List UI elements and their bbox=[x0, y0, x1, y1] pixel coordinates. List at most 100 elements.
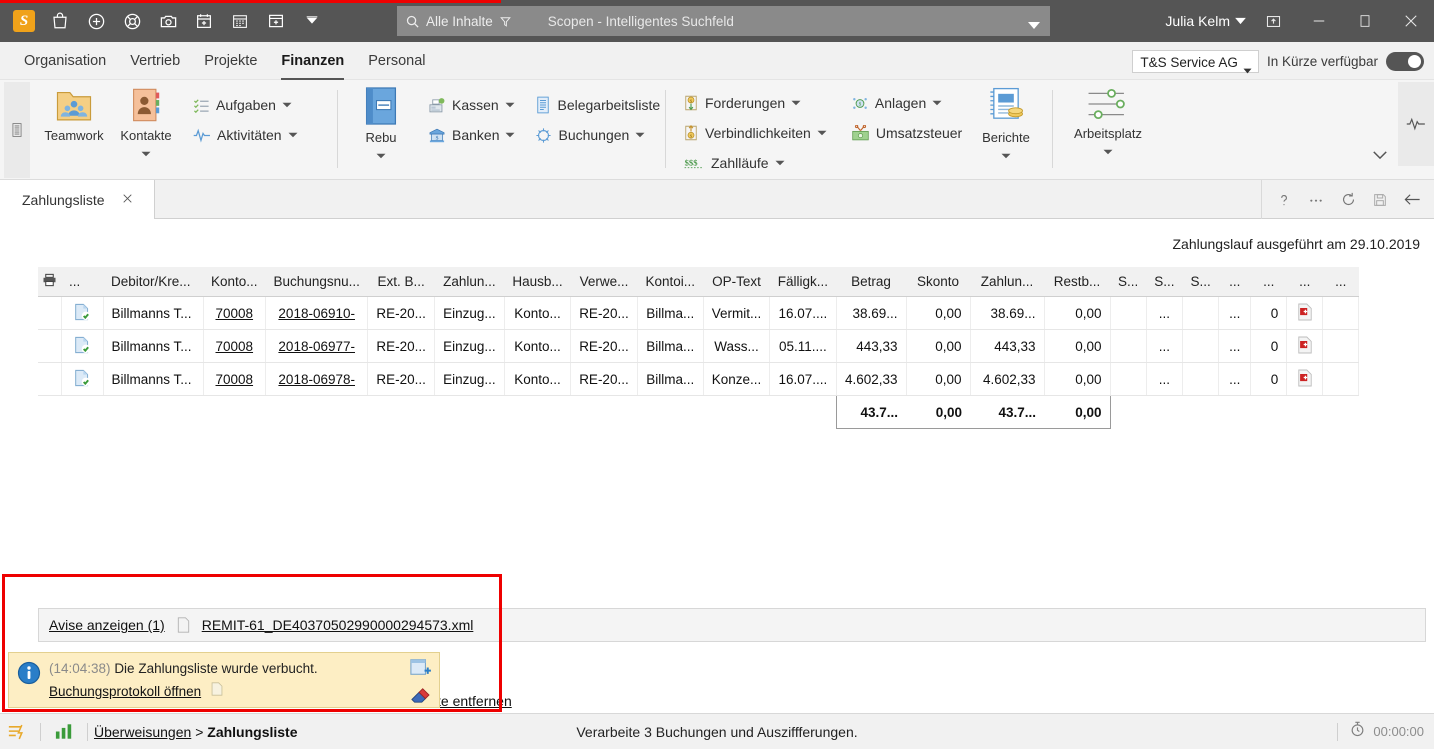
column-header-ext-beleg[interactable]: Ext. B... bbox=[367, 267, 435, 297]
ribbon-button-arbeitsplatz[interactable]: Arbeitsplatz bbox=[1068, 80, 1148, 160]
calendar-icon[interactable] bbox=[222, 2, 258, 40]
camera-icon[interactable] bbox=[150, 2, 186, 40]
user-menu-button[interactable]: Julia Kelm bbox=[1161, 13, 1250, 29]
ribbon-button-berichte[interactable]: Berichte bbox=[972, 80, 1040, 164]
menu-item-organisation[interactable]: Organisation bbox=[12, 42, 118, 80]
ribbon-button-buchungen[interactable]: Buchungen bbox=[530, 120, 665, 150]
minimize-icon[interactable] bbox=[1296, 0, 1342, 42]
ribbon-button-aktivitaeten[interactable]: Aktivitäten bbox=[188, 120, 303, 150]
ribbon-button-banken[interactable]: $ Banken bbox=[423, 120, 520, 150]
column-header-zahlung[interactable]: Zahlun... bbox=[970, 267, 1045, 297]
window-add-icon[interactable] bbox=[258, 2, 294, 40]
ribbon-button-kontakte[interactable]: Kontakte bbox=[110, 80, 182, 162]
column-header-restbetrag[interactable]: Restb... bbox=[1044, 267, 1111, 297]
menu-item-personal[interactable]: Personal bbox=[356, 42, 437, 80]
ribbon-button-forderungen[interactable]: $ Forderungen bbox=[678, 88, 832, 118]
maximize-icon[interactable] bbox=[1342, 0, 1388, 42]
tab-zahlungsliste[interactable]: Zahlungsliste bbox=[0, 180, 155, 219]
ribbon-pin-rail[interactable] bbox=[4, 82, 30, 178]
row-status-icon-cell[interactable] bbox=[61, 362, 104, 396]
row-status-icon-cell[interactable] bbox=[61, 329, 104, 363]
cell-konto[interactable]: 70008 bbox=[203, 329, 267, 363]
cell-pdf[interactable] bbox=[1286, 296, 1324, 330]
lifebuoy-icon[interactable] bbox=[114, 2, 150, 40]
column-header-s3[interactable]: S... bbox=[1182, 267, 1219, 297]
calendar-add-icon[interactable] bbox=[186, 2, 222, 40]
ribbon-button-kassen[interactable]: Kassen bbox=[423, 90, 520, 120]
save-icon[interactable] bbox=[1364, 184, 1396, 216]
avise-file-name-link[interactable]: REMIT-61_DE40370502990000294573.xml bbox=[202, 617, 474, 633]
column-header-verwendung[interactable]: Verwe... bbox=[570, 267, 638, 297]
plus-circle-icon[interactable] bbox=[78, 2, 114, 40]
more-icon[interactable] bbox=[1300, 184, 1332, 216]
table-row[interactable]: Billmanns T... 70008 2018-06977- RE-20... Ei… bbox=[38, 329, 1360, 363]
cell-konto[interactable]: 70008 bbox=[203, 362, 267, 396]
company-selector[interactable]: T&S Service AG bbox=[1132, 49, 1259, 73]
refresh-icon[interactable] bbox=[1332, 184, 1364, 216]
new-note-icon[interactable] bbox=[409, 657, 431, 682]
column-header-x3[interactable]: ... bbox=[1286, 267, 1323, 297]
shopping-bag-icon[interactable] bbox=[42, 2, 78, 40]
close-icon[interactable] bbox=[1388, 0, 1434, 42]
column-header-betrag[interactable]: Betrag bbox=[836, 267, 907, 297]
cell-konto[interactable]: 70008 bbox=[203, 296, 267, 330]
ribbon-button-belegarbeitsliste[interactable]: Belegarbeitsliste bbox=[530, 90, 665, 120]
overflow-caret-icon[interactable] bbox=[294, 2, 330, 40]
ribbon-button-zahllaeufe[interactable]: $$$ Zahlläufe bbox=[678, 148, 832, 178]
eraser-icon[interactable] bbox=[409, 686, 431, 709]
column-header-s1[interactable]: S... bbox=[1110, 267, 1147, 297]
app-logo-button[interactable]: S bbox=[6, 2, 42, 40]
cell-pdf[interactable] bbox=[1286, 329, 1324, 363]
copy-icon[interactable] bbox=[211, 682, 223, 700]
cell-pdf[interactable] bbox=[1286, 362, 1324, 396]
chevron-down-icon[interactable] bbox=[1001, 146, 1011, 164]
partial-remove-link[interactable]: te entfernen bbox=[437, 693, 512, 709]
column-header-zahlungsart[interactable]: Zahlun... bbox=[434, 267, 505, 297]
menu-item-finanzen[interactable]: Finanzen bbox=[269, 42, 356, 80]
close-icon[interactable] bbox=[121, 192, 134, 208]
column-header-debitor[interactable]: Debitor/Kre... bbox=[103, 267, 203, 297]
table-row[interactable]: Billmanns T... 70008 2018-06910- RE-20... Ei… bbox=[38, 296, 1360, 330]
ribbon-button-verbindlichkeiten[interactable]: $ Verbindlichkeiten bbox=[678, 118, 832, 148]
ribbon-button-aufgaben[interactable]: Aufgaben bbox=[188, 90, 303, 120]
chevron-down-icon[interactable] bbox=[141, 144, 151, 162]
search-dropdown-caret-icon[interactable] bbox=[1028, 17, 1040, 35]
ribbon-button-anlagen[interactable]: $ Anlagen bbox=[846, 88, 967, 118]
cell-buchungsnummer[interactable]: 2018-06977- bbox=[265, 329, 369, 363]
ribbon-button-rebu[interactable]: Rebu bbox=[345, 80, 417, 164]
ribbon-button-umsatzsteuer[interactable]: Umsatzsteuer bbox=[846, 118, 967, 148]
chevron-down-icon[interactable] bbox=[376, 146, 386, 164]
column-header-buchungsnummer[interactable]: Buchungsnu... bbox=[265, 267, 368, 297]
help-icon[interactable] bbox=[1268, 184, 1300, 216]
column-header-print[interactable] bbox=[38, 267, 61, 297]
cell-buchungsnummer[interactable]: 2018-06910- bbox=[265, 296, 369, 330]
ribbon-side-panel-tab[interactable] bbox=[1398, 82, 1434, 166]
row-status-icon-cell[interactable] bbox=[61, 296, 104, 330]
column-header-skonto[interactable]: Skonto bbox=[906, 267, 971, 297]
column-header-hausbank[interactable]: Hausb... bbox=[504, 267, 571, 297]
column-header-x4[interactable]: ... bbox=[1322, 267, 1359, 297]
menu-item-projekte[interactable]: Projekte bbox=[192, 42, 269, 80]
column-header-0[interactable]: ... bbox=[61, 267, 103, 297]
column-header-op-text[interactable]: OP-Text bbox=[703, 267, 770, 297]
cell-buchungsnummer[interactable]: 2018-06978- bbox=[265, 362, 369, 396]
ribbon-collapse-button[interactable] bbox=[1372, 147, 1388, 165]
menu-item-vertrieb[interactable]: Vertrieb bbox=[118, 42, 192, 80]
column-header-faelligkeit[interactable]: Fälligk... bbox=[769, 267, 837, 297]
column-header-kontoinhaber[interactable]: Kontoi... bbox=[637, 267, 704, 297]
breadcrumb-parent[interactable]: Überweisungen bbox=[94, 724, 191, 740]
restore-panel-icon[interactable] bbox=[1250, 0, 1296, 42]
column-header-x2[interactable]: ... bbox=[1250, 267, 1287, 297]
column-header-konto[interactable]: Konto... bbox=[203, 267, 266, 297]
global-search-box[interactable]: Alle Inhalte Scopen - Intelligentes Such… bbox=[397, 6, 1050, 36]
table-row[interactable]: Billmanns T... 70008 2018-06978- RE-20... Ei… bbox=[38, 362, 1360, 396]
avise-anzeigen-link[interactable]: Avise anzeigen (1) bbox=[49, 617, 165, 633]
bar-chart-icon[interactable] bbox=[47, 714, 81, 749]
back-arrow-icon[interactable] bbox=[1396, 184, 1428, 216]
chevron-down-icon[interactable] bbox=[1103, 142, 1113, 160]
buchungsprotokoll-link[interactable]: Buchungsprotokoll öffnen bbox=[49, 684, 201, 699]
column-header-s2[interactable]: S... bbox=[1146, 267, 1183, 297]
column-header-x1[interactable]: ... bbox=[1218, 267, 1251, 297]
availability-toggle[interactable] bbox=[1386, 51, 1424, 71]
lightning-list-icon[interactable] bbox=[0, 714, 34, 749]
